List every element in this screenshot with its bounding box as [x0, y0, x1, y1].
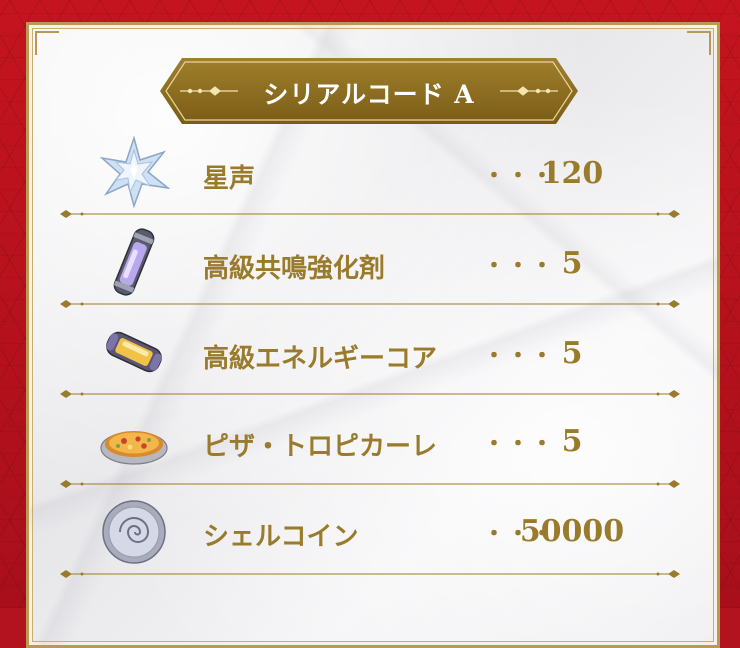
title-banner: シリアルコード A	[160, 58, 578, 124]
item-name: 星声	[203, 164, 256, 194]
item-quantity: 5	[561, 424, 583, 459]
reward-row: 星声 ・・・ 120	[58, 132, 682, 212]
row-divider	[60, 570, 680, 578]
item-quantity: 50000	[519, 514, 625, 549]
reward-row: 高級共鳴強化剤 ・・・ 5	[58, 222, 682, 302]
title-text: シリアルコード A	[263, 80, 475, 109]
reward-row: シェルコイン ・・・ 50000	[58, 490, 682, 570]
corner-ornament	[35, 31, 59, 55]
item-name: 高級共鳴強化剤	[203, 254, 386, 284]
shell-coin-icon	[102, 500, 166, 564]
star-crystal-icon	[99, 136, 170, 208]
item-quantity: 120	[540, 156, 604, 191]
corner-ornament	[687, 31, 711, 55]
row-divider	[60, 480, 680, 488]
row-divider	[60, 390, 680, 398]
row-divider	[60, 210, 680, 218]
item-quantity: 5	[561, 336, 583, 371]
item-name: 高級エネルギーコア	[203, 344, 438, 374]
row-divider	[60, 300, 680, 308]
item-name: シェルコイン	[203, 522, 359, 552]
energy-core-icon	[106, 331, 162, 373]
capsule-vial-icon	[113, 228, 155, 296]
item-quantity: 5	[561, 246, 583, 281]
reward-row: 高級エネルギーコア ・・・ 5	[58, 312, 682, 392]
item-name: ピザ・トロピカーレ	[203, 432, 438, 462]
pizza-icon	[100, 431, 168, 465]
reward-row: ピザ・トロピカーレ ・・・ 5	[58, 400, 682, 480]
